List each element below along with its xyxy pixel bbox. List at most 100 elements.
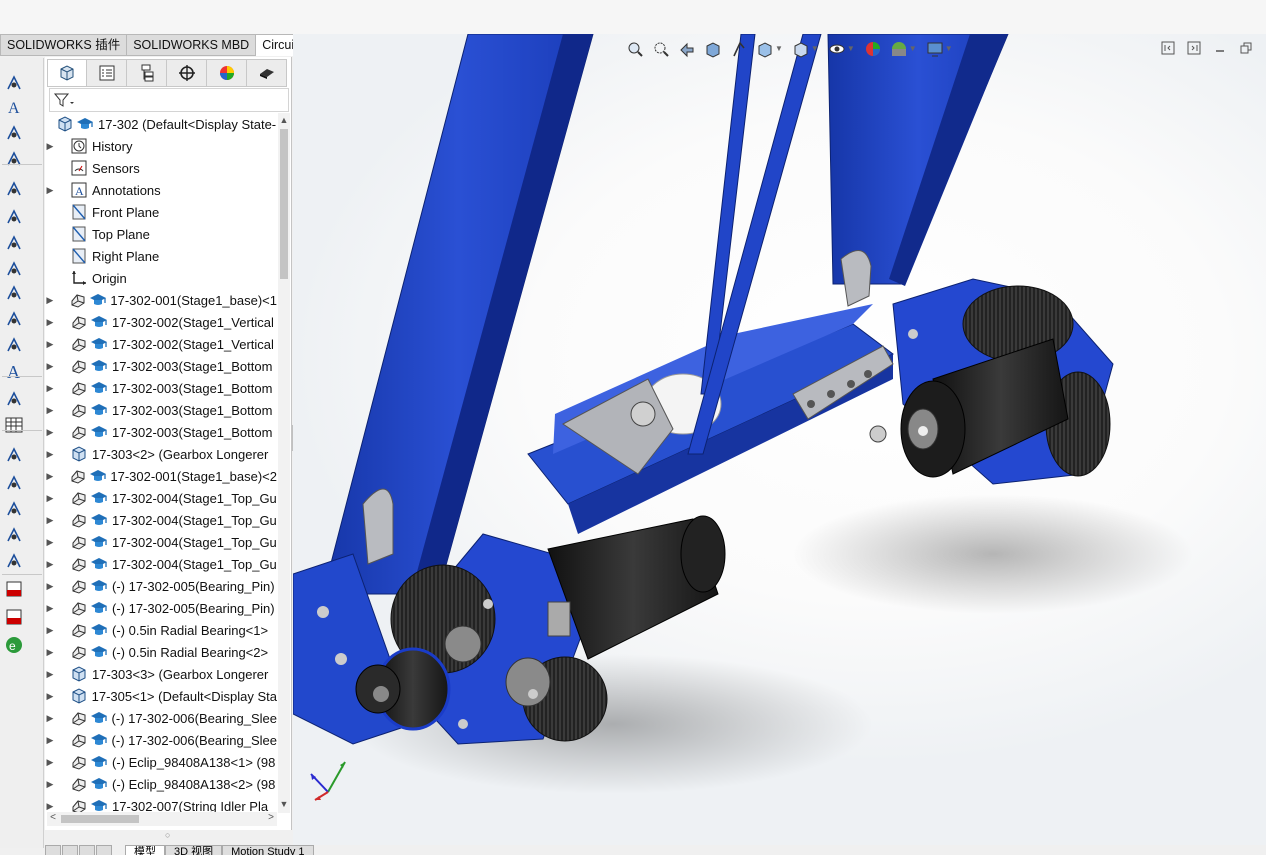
tree-item[interactable]: ▶ 17-302-003(Stage1_Bottom xyxy=(45,421,277,443)
expand-arrow-icon[interactable]: ▶ xyxy=(45,449,55,460)
expand-arrow-icon[interactable]: ▶ xyxy=(45,779,55,790)
table-icon[interactable] xyxy=(3,414,25,436)
tree-item[interactable]: ▶ 17-303<2> (Gearbox Longerer xyxy=(45,443,277,465)
tree-vertical-scrollbar[interactable]: ▲ ▼ xyxy=(278,113,290,813)
expand-arrow-icon[interactable]: ▶ xyxy=(45,735,55,746)
last-tab-button[interactable] xyxy=(96,845,112,855)
previous-view-icon[interactable] xyxy=(675,38,699,60)
edit-appearance-icon[interactable] xyxy=(861,38,885,60)
tree-item[interactable]: ▶ 17-302-004(Stage1_Top_Gu xyxy=(45,553,277,575)
surface-finish-icon[interactable] xyxy=(3,308,25,330)
tree-item[interactable]: ▶ 17-302-003(Stage1_Bottom xyxy=(45,355,277,377)
tree-item[interactable]: ▶ (-) 0.5in Radial Bearing<2> xyxy=(45,641,277,663)
tree-root[interactable]: 17-302 (Default<Display State- xyxy=(45,113,277,135)
displaymanager-tab[interactable] xyxy=(207,59,247,87)
datum-target-icon[interactable] xyxy=(3,258,25,280)
expand-arrow-icon[interactable]: ▶ xyxy=(45,647,55,658)
tree-item[interactable]: ▶ 17-302-003(Stage1_Bottom xyxy=(45,399,277,421)
dynamic-annotation-icon[interactable] xyxy=(727,38,751,60)
expand-arrow-icon[interactable]: ▶ xyxy=(45,625,55,636)
apply-scene-icon[interactable] xyxy=(887,38,911,60)
featuremanager-tab[interactable] xyxy=(47,59,87,87)
tree-item[interactable]: ▶ 17-302-001(Stage1_base)<1 xyxy=(45,289,277,311)
tree-item[interactable]: Origin xyxy=(45,267,277,289)
hide-show-items-icon[interactable] xyxy=(825,38,849,60)
scroll-thumb[interactable] xyxy=(280,129,288,279)
dropdown-caret-icon[interactable]: ▼ xyxy=(775,38,783,60)
expand-arrow-icon[interactable]: ▶ xyxy=(45,185,55,196)
dropdown-caret-icon[interactable]: ▼ xyxy=(909,38,917,60)
expand-arrow-icon[interactable]: ▶ xyxy=(45,295,55,306)
expand-arrow-icon[interactable]: ▶ xyxy=(45,471,55,482)
tree-filter[interactable] xyxy=(49,88,289,112)
restore-icon[interactable] xyxy=(1238,40,1254,56)
dropdown-caret-icon[interactable]: ▼ xyxy=(811,38,819,60)
minimize-icon[interactable] xyxy=(1212,40,1228,56)
propertymanager-tab[interactable] xyxy=(87,59,127,87)
cam-tab[interactable] xyxy=(247,59,287,87)
dropdown-caret-icon[interactable]: ▼ xyxy=(847,38,855,60)
expand-arrow-icon[interactable]: ▶ xyxy=(45,317,55,328)
text-icon[interactable]: A xyxy=(3,360,25,382)
hole-callout-icon[interactable] xyxy=(3,388,25,410)
expand-arrow-icon[interactable]: ▶ xyxy=(45,691,55,702)
tree-item[interactable]: ▶ (-) Eclip_98408A138<2> (98 xyxy=(45,773,277,795)
bom-icon[interactable] xyxy=(3,178,25,200)
tree-item[interactable]: ▶ (-) 17-302-006(Bearing_Slee xyxy=(45,707,277,729)
tree-item[interactable]: Front Plane xyxy=(45,201,277,223)
view-settings-icon[interactable] xyxy=(923,38,947,60)
zoom-to-fit-icon[interactable] xyxy=(623,38,647,60)
zoom-to-area-icon[interactable] xyxy=(649,38,673,60)
expand-arrow-icon[interactable]: ▶ xyxy=(45,537,55,548)
smart-dimension-icon[interactable] xyxy=(3,72,25,94)
tree-item[interactable]: ▶ (-) 17-302-006(Bearing_Slee xyxy=(45,729,277,751)
expand-arrow-icon[interactable]: ▶ xyxy=(45,515,55,526)
3d-pdf-export-icon[interactable] xyxy=(3,606,25,628)
expand-arrow-icon[interactable]: ▶ xyxy=(45,669,55,680)
tree-item[interactable]: ▶ History xyxy=(45,135,277,157)
graphics-area[interactable]: ▼ ▼ ▼ ▼ ▼ xyxy=(293,34,1266,845)
scroll-up-arrow-icon[interactable]: ▲ xyxy=(278,115,290,127)
tree-item[interactable]: Right Plane xyxy=(45,245,277,267)
expand-arrow-icon[interactable]: ▶ xyxy=(45,339,55,350)
tree-item[interactable]: ▶ 17-302-002(Stage1_Vertical xyxy=(45,333,277,355)
tree-item[interactable]: ▶ 17-303<3> (Gearbox Longerer xyxy=(45,663,277,685)
tree-item[interactable]: ▶ 17-302-004(Stage1_Top_Gu xyxy=(45,531,277,553)
tree-item[interactable]: ▶ 17-305<1> (Default<Display Sta xyxy=(45,685,277,707)
scroll-left-arrow-icon[interactable]: < xyxy=(47,812,59,823)
tree-item[interactable]: Sensors xyxy=(45,157,277,179)
tile-right-icon[interactable] xyxy=(1186,40,1202,56)
expand-arrow-icon[interactable]: ▶ xyxy=(45,581,55,592)
scroll-right-arrow-icon[interactable]: > xyxy=(265,812,277,823)
first-tab-button[interactable] xyxy=(45,845,61,855)
expand-arrow-icon[interactable]: ▶ xyxy=(45,383,55,394)
expand-arrow-icon[interactable]: ▶ xyxy=(45,361,55,372)
note-icon[interactable]: A xyxy=(3,96,25,118)
expand-arrow-icon[interactable]: ▶ xyxy=(45,757,55,768)
tile-left-icon[interactable] xyxy=(1160,40,1176,56)
tree-item[interactable]: ▶ 17-302-001(Stage1_base)<2 xyxy=(45,465,277,487)
tab-motion-study[interactable]: Motion Study 1 xyxy=(222,845,314,855)
tab-solidworks-addins[interactable]: SOLIDWORKS 插件 xyxy=(0,34,128,56)
tree-item[interactable]: ▶ 17-302-002(Stage1_Vertical xyxy=(45,311,277,333)
display-style-icon[interactable] xyxy=(789,38,813,60)
dropdown-caret-icon[interactable]: ▼ xyxy=(945,38,953,60)
tree-item[interactable]: ▶ 17-302-003(Stage1_Bottom xyxy=(45,377,277,399)
weld-symbol-icon[interactable] xyxy=(3,334,25,356)
drawing-icon[interactable] xyxy=(3,550,25,572)
expand-arrow-icon[interactable]: ▶ xyxy=(45,493,55,504)
expand-arrow-icon[interactable]: ▶ xyxy=(45,427,55,438)
expand-arrow-icon[interactable]: ▶ xyxy=(45,405,55,416)
tab-3d-views[interactable]: 3D 视图 xyxy=(165,845,223,855)
tree-item[interactable]: ▶ (-) Eclip_98408A138<1> (98 xyxy=(45,751,277,773)
auto-balloon-icon[interactable] xyxy=(3,148,25,170)
tree-item[interactable]: ▶ 17-302-004(Stage1_Top_Gu xyxy=(45,487,277,509)
tab-solidworks-mbd[interactable]: SOLIDWORKS MBD xyxy=(127,34,257,56)
expand-arrow-icon[interactable]: ▶ xyxy=(45,559,55,570)
tab-model[interactable]: 模型 xyxy=(125,845,165,855)
magnetic-line-icon[interactable] xyxy=(3,206,25,228)
cad-model-render[interactable] xyxy=(293,34,1266,845)
configurationmanager-tab[interactable] xyxy=(127,59,167,87)
assembly-visualization-icon[interactable] xyxy=(3,524,25,546)
panel-resize-grip-icon[interactable]: ○ xyxy=(165,830,170,840)
